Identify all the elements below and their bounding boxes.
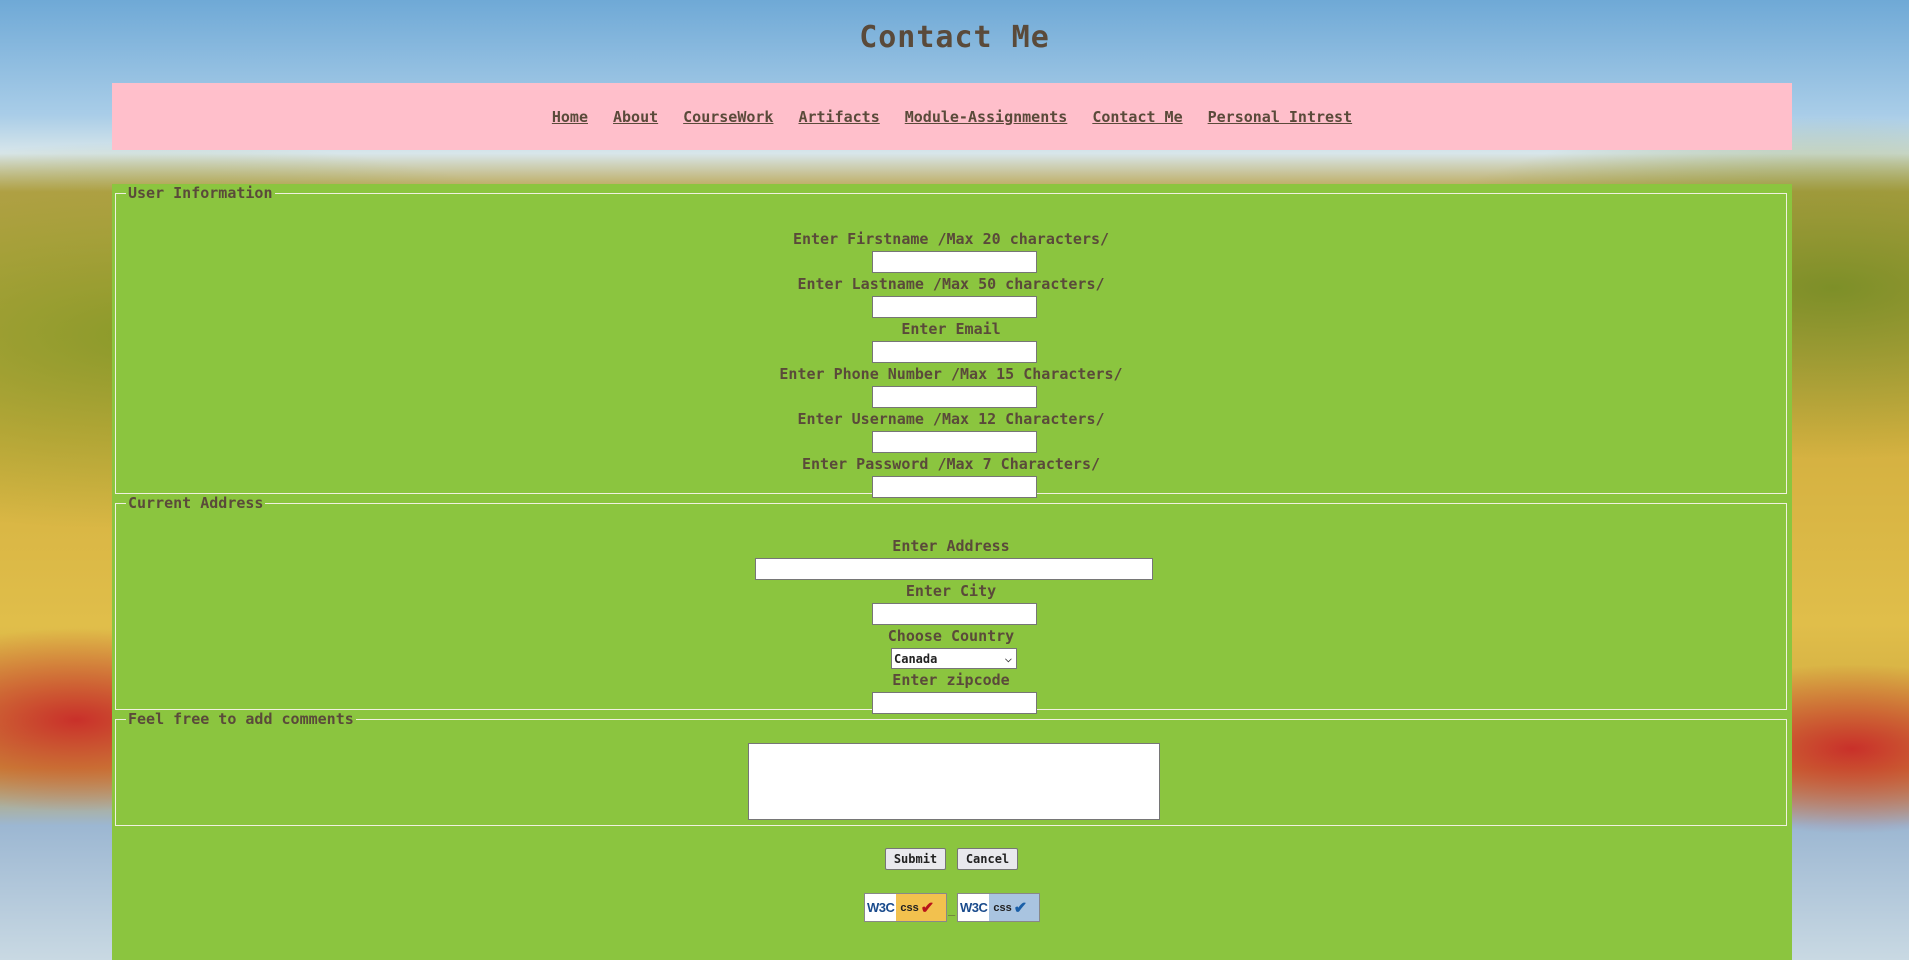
username-input[interactable]	[872, 431, 1037, 453]
nav-link-module-assignments[interactable]: Module-Assignments	[905, 108, 1068, 126]
password-label: Enter Password /Max 7 Characters/	[801, 455, 1100, 473]
page-title: Contact Me	[859, 20, 1050, 55]
username-label: Enter Username /Max 12 Characters/	[797, 410, 1105, 428]
submit-button[interactable]: Submit	[885, 848, 946, 870]
city-input[interactable]	[872, 603, 1037, 625]
lastname-label: Enter Lastname /Max 50 characters/	[797, 275, 1105, 293]
chevron-down-icon: ⌵	[1004, 651, 1012, 665]
css-logo-text: css	[993, 901, 1012, 914]
css-logo-text: css	[900, 901, 919, 914]
nav-link-about[interactable]: About	[613, 108, 658, 126]
nav-link-coursework[interactable]: CourseWork	[683, 108, 773, 126]
nav-link-contact-me[interactable]: Contact Me	[1092, 108, 1182, 126]
email-input[interactable]	[872, 341, 1037, 363]
w3c-logo-text: W3C	[865, 894, 897, 921]
email-label: Enter Email	[901, 320, 1001, 338]
nav-link-personal-intrest[interactable]: Personal Intrest	[1208, 108, 1353, 126]
comments-textarea[interactable]	[748, 743, 1160, 820]
nav-link-artifacts[interactable]: Artifacts	[798, 108, 879, 126]
contact-form-area: User Information Enter Firstname /Max 20…	[112, 184, 1792, 960]
badge-separator: _	[948, 902, 956, 916]
main-nav: Home About CourseWork Artifacts Module-A…	[112, 83, 1792, 150]
current-address-legend: Current Address	[128, 494, 264, 512]
address-label: Enter Address	[892, 537, 1010, 555]
checkmark-icon: ✔	[1013, 899, 1028, 917]
cancel-button[interactable]: Cancel	[957, 848, 1018, 870]
firstname-label: Enter Firstname /Max 20 characters/	[792, 230, 1110, 248]
comments-fieldset: Feel free to add comments	[115, 710, 1787, 826]
zipcode-label: Enter zipcode	[892, 671, 1010, 689]
firstname-input[interactable]	[872, 251, 1037, 273]
w3c-css-badge-2[interactable]: W3C css ✔	[957, 893, 1040, 922]
user-information-fieldset: User Information Enter Firstname /Max 20…	[115, 184, 1787, 498]
checkmark-icon: ✔	[920, 899, 935, 917]
user-information-legend: User Information	[128, 184, 273, 202]
w3c-logo-text: W3C	[958, 894, 990, 921]
comments-legend: Feel free to add comments	[128, 710, 354, 728]
nav-link-home[interactable]: Home	[552, 108, 588, 126]
w3c-css-badge-1[interactable]: W3C css ✔	[864, 893, 947, 922]
phone-input[interactable]	[872, 386, 1037, 408]
current-address-fieldset: Current Address Enter Address Enter City…	[115, 494, 1787, 714]
country-select[interactable]: Canada ⌵	[891, 648, 1017, 669]
country-select-value: Canada	[894, 651, 938, 666]
lastname-input[interactable]	[872, 296, 1037, 318]
address-input[interactable]	[755, 558, 1153, 580]
country-label: Choose Country	[887, 627, 1015, 645]
phone-label: Enter Phone Number /Max 15 Characters/	[779, 365, 1123, 383]
city-label: Enter City	[905, 582, 997, 600]
